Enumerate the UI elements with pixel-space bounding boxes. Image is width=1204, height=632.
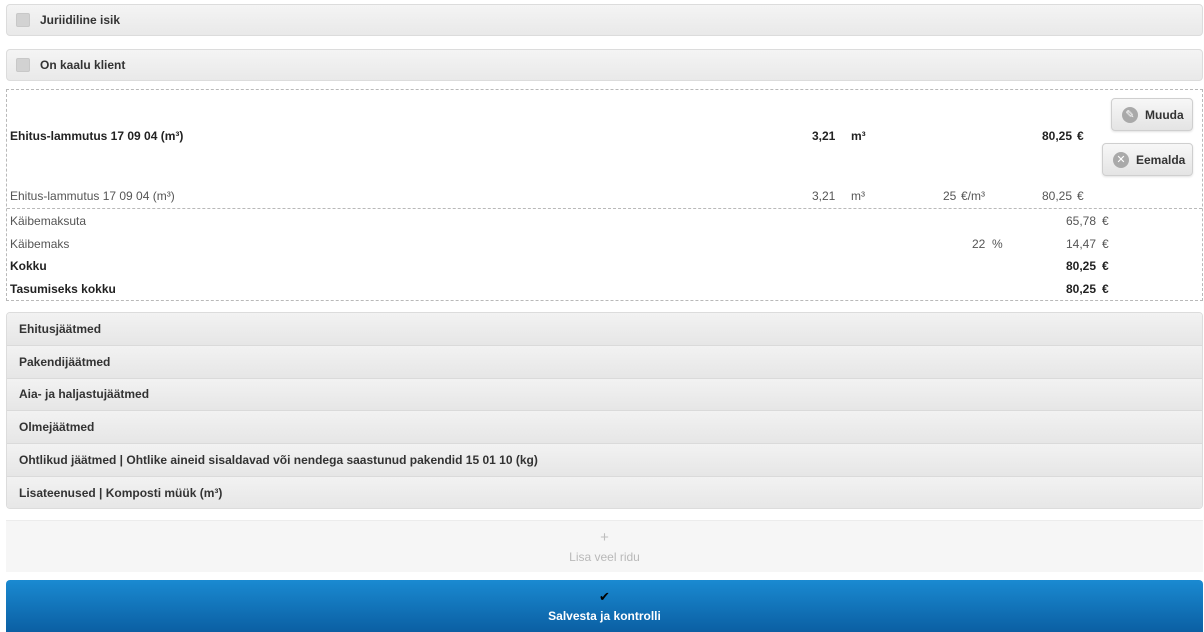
category-lisateenused[interactable]: Lisateenused | Komposti müük (m³)	[7, 476, 1202, 508]
net-value: 65,78	[1066, 214, 1097, 228]
total-value: 80,25	[1066, 259, 1097, 273]
payable-currency: €	[1102, 282, 1109, 296]
item-currency: €	[1077, 129, 1084, 143]
detail-price-unit: €/m³	[961, 189, 985, 203]
juriidiline-isik-checkbox[interactable]	[16, 13, 30, 27]
detail-total: 80,25	[1042, 189, 1073, 203]
juriidiline-isik-checkbox-row[interactable]: Juriidiline isik	[6, 4, 1203, 36]
plus-icon: +	[600, 528, 609, 546]
total-currency: €	[1102, 259, 1109, 273]
category-ehitusjaatmed[interactable]: Ehitusjäätmed	[7, 313, 1202, 346]
vat-rate: 22	[972, 237, 986, 251]
detail-price: 25	[943, 189, 957, 203]
net-row: Käibemaksuta 65,78 €	[7, 212, 1202, 230]
item-detail-row: Ehitus-lammutus 17 09 04 (m³) 3,21 m³ 25…	[7, 187, 1202, 205]
category-olmejaatmed[interactable]: Olmejäätmed	[7, 411, 1202, 445]
juriidiline-isik-label: Juriidiline isik	[40, 13, 121, 27]
vat-rate-unit: %	[992, 237, 1003, 251]
vat-row: Käibemaks 22 % 14,47 €	[7, 235, 1202, 253]
payable-label: Tasumiseks kokku	[10, 282, 116, 296]
eemalda-label: Eemalda	[1136, 152, 1186, 167]
payable-row: Tasumiseks kokku 80,25 €	[7, 280, 1202, 298]
on-kaalu-klient-checkbox[interactable]	[16, 58, 30, 72]
vat-currency: €	[1102, 237, 1109, 251]
detail-unit: m³	[851, 189, 865, 203]
checkmark-icon: ✔	[599, 588, 610, 604]
vat-value: 14,47	[1066, 237, 1097, 251]
net-label: Käibemaksuta	[10, 214, 87, 228]
payable-value: 80,25	[1066, 282, 1097, 296]
detail-quantity: 3,21	[812, 189, 836, 203]
muuda-button[interactable]: ✎ Muuda	[1111, 98, 1193, 131]
detail-name: Ehitus-lammutus 17 09 04 (m³)	[10, 189, 175, 203]
net-currency: €	[1102, 214, 1109, 228]
category-pakendijaatmed[interactable]: Pakendijäätmed	[7, 345, 1202, 379]
save-label: Salvesta ja kontrolli	[548, 608, 661, 623]
category-list: Ehitusjäätmed Pakendijäätmed Aia- ja hal…	[6, 312, 1203, 509]
save-and-check-button[interactable]: ✔ Salvesta ja kontrolli	[6, 580, 1203, 632]
total-label: Kokku	[10, 259, 47, 273]
order-table: Ehitus-lammutus 17 09 04 (m³) 3,21 m³ 80…	[6, 89, 1203, 301]
total-row: Kokku 80,25 €	[7, 257, 1202, 275]
add-row-label: Lisa veel ridu	[569, 549, 640, 564]
item-unit: m³	[851, 129, 866, 143]
muuda-label: Muuda	[1145, 107, 1184, 122]
item-total: 80,25	[1042, 129, 1073, 143]
on-kaalu-klient-checkbox-row[interactable]: On kaalu klient	[6, 49, 1203, 81]
eemalda-button[interactable]: ✕ Eemalda	[1102, 143, 1193, 176]
vat-label: Käibemaks	[10, 237, 70, 251]
pencil-icon: ✎	[1122, 106, 1138, 123]
item-title: Ehitus-lammutus 17 09 04 (m³)	[10, 129, 184, 143]
item-quantity: 3,21	[812, 129, 836, 143]
remove-icon: ✕	[1113, 151, 1129, 168]
table-divider	[7, 208, 1202, 209]
category-aia-haljastujaatmed[interactable]: Aia- ja haljastujäätmed	[7, 378, 1202, 412]
add-row-button[interactable]: + Lisa veel ridu	[6, 520, 1203, 572]
detail-currency: €	[1077, 189, 1084, 203]
on-kaalu-klient-label: On kaalu klient	[40, 58, 126, 72]
category-ohtlikud-jaatmed[interactable]: Ohtlikud jäätmed | Ohtlike aineid sisald…	[7, 444, 1202, 477]
item-header-row: Ehitus-lammutus 17 09 04 (m³) 3,21 m³ 80…	[7, 127, 1202, 145]
